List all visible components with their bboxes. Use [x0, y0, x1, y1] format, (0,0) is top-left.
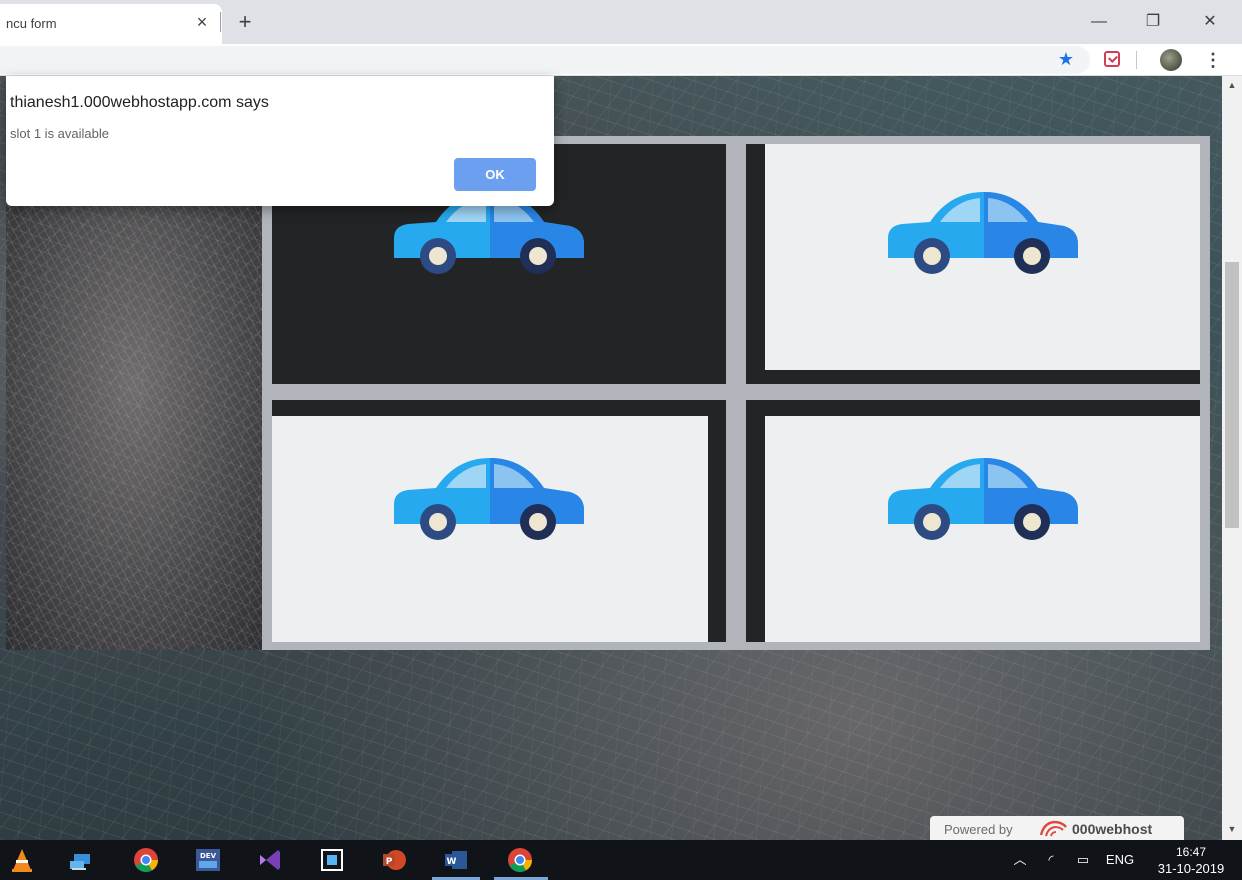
scroll-down-arrow-icon[interactable]: ▼ [1222, 820, 1242, 838]
tab-separator [220, 12, 221, 32]
profile-avatar-icon[interactable] [1160, 49, 1182, 71]
page-scrollbar[interactable]: ▲ ▼ [1222, 76, 1242, 840]
chrome-icon[interactable] [132, 846, 160, 874]
taskbar: DEV P W ︿ ◜ ▭ ENG 16:47 31-10-2019 [0, 840, 1242, 880]
devc-icon[interactable]: DEV [194, 846, 222, 874]
alert-dialog: thianesh1.000webhostapp.com says slot 1 … [6, 76, 554, 206]
car-icon [888, 192, 1078, 274]
word-icon[interactable]: W [442, 846, 470, 874]
svg-text:P: P [386, 857, 393, 867]
wifi-icon[interactable]: ◜ [1040, 840, 1062, 880]
background-image-panel [6, 206, 262, 650]
tab-strip: ncu form × + — ❐ ✕ [0, 0, 1242, 44]
menu-kebab-icon[interactable]: ⋮ [1204, 49, 1222, 71]
address-bar[interactable] [0, 46, 1090, 74]
battery-icon[interactable]: ▭ [1072, 840, 1094, 880]
taskbar-clock[interactable]: 16:47 31-10-2019 [1150, 842, 1232, 878]
parking-grid [262, 136, 1210, 650]
close-window-button[interactable]: ✕ [1195, 8, 1225, 36]
parking-slot-4[interactable] [746, 400, 1200, 642]
network-app-icon[interactable] [66, 846, 94, 874]
minimize-button[interactable]: — [1084, 8, 1114, 36]
tab-title: ncu form [6, 16, 57, 31]
language-indicator[interactable]: ENG [1102, 840, 1138, 880]
scroll-up-arrow-icon[interactable]: ▲ [1222, 76, 1242, 94]
ok-button[interactable]: OK [454, 158, 536, 191]
svg-text:DEV: DEV [200, 852, 217, 860]
code-editor-icon[interactable] [318, 846, 346, 874]
toolbar-separator [1136, 51, 1137, 69]
vlc-icon[interactable] [8, 846, 36, 874]
pocket-extension-icon[interactable] [1104, 51, 1120, 67]
browser-toolbar: ★ ⋮ [0, 44, 1242, 76]
dialog-message: slot 1 is available [10, 126, 109, 141]
browser-tab[interactable]: ncu form × [0, 4, 222, 44]
tray-chevron-icon[interactable]: ︿ [1012, 840, 1028, 880]
000webhost-logo-icon [1039, 820, 1067, 837]
new-tab-button[interactable]: + [233, 10, 257, 34]
bookmark-star-icon[interactable]: ★ [1055, 48, 1077, 70]
powered-by-badge[interactable]: Powered by 000webhost [930, 816, 1184, 842]
dialog-title: thianesh1.000webhostapp.com says [10, 94, 269, 111]
powered-by-brand: 000webhost [1072, 821, 1153, 837]
tab-close-button[interactable]: × [192, 12, 212, 32]
scroll-thumb[interactable] [1225, 262, 1239, 528]
clock-time: 16:47 [1175, 845, 1207, 859]
chrome-active-icon[interactable] [506, 846, 534, 874]
svg-text:W: W [447, 857, 457, 867]
clock-date: 31-10-2019 [1157, 861, 1225, 876]
powered-by-label: Powered by [944, 822, 1013, 837]
visual-studio-icon[interactable] [256, 846, 284, 874]
restore-button[interactable]: ❐ [1138, 8, 1168, 36]
parking-slot-3[interactable] [272, 400, 726, 642]
powerpoint-icon[interactable]: P [380, 846, 408, 874]
parking-slot-2[interactable] [746, 144, 1200, 384]
car-icon [888, 458, 1078, 540]
car-icon [394, 458, 584, 540]
